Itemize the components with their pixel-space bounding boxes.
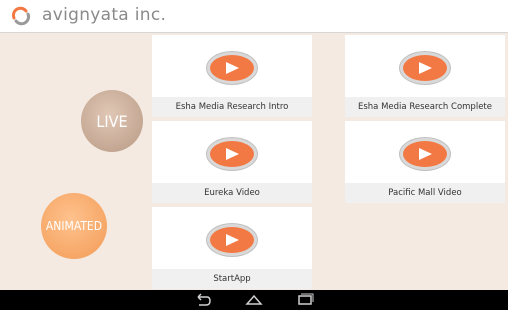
play-icon	[419, 148, 432, 160]
video-tile[interactable]: Esha Media Research Complete	[345, 35, 505, 117]
video-thumbnail	[152, 121, 312, 187]
app-bar: avignyata inc.	[0, 0, 508, 33]
live-category-button[interactable]: LIVE	[81, 90, 143, 152]
video-thumbnail	[345, 121, 505, 187]
play-icon	[226, 62, 239, 74]
animated-category-button[interactable]: ANIMATED	[41, 193, 107, 259]
video-title: StartApp	[152, 269, 312, 289]
play-button[interactable]	[400, 52, 450, 84]
video-tile[interactable]: Esha Media Research Intro	[152, 35, 312, 117]
play-button[interactable]	[207, 224, 257, 256]
video-thumbnail	[345, 35, 505, 101]
play-button[interactable]	[400, 138, 450, 170]
video-tile[interactable]: StartApp	[152, 207, 312, 289]
video-tile[interactable]: Pacific Mall Video	[345, 121, 505, 203]
video-title: Esha Media Research Intro	[152, 97, 312, 117]
home-icon[interactable]	[245, 293, 263, 307]
app-title: avignyata inc.	[42, 5, 167, 25]
back-icon[interactable]	[193, 293, 211, 307]
play-icon	[226, 234, 239, 246]
video-thumbnail	[152, 207, 312, 273]
recents-icon[interactable]	[296, 293, 314, 307]
video-title: Esha Media Research Complete	[345, 97, 505, 117]
play-button[interactable]	[207, 52, 257, 84]
play-button[interactable]	[207, 138, 257, 170]
play-icon	[226, 148, 239, 160]
system-nav-bar	[0, 290, 508, 310]
video-title: Eureka Video	[152, 183, 312, 203]
video-title: Pacific Mall Video	[345, 183, 505, 203]
play-icon	[419, 62, 432, 74]
avignyata-logo-icon	[11, 6, 31, 26]
video-tile[interactable]: Eureka Video	[152, 121, 312, 203]
video-thumbnail	[152, 35, 312, 101]
